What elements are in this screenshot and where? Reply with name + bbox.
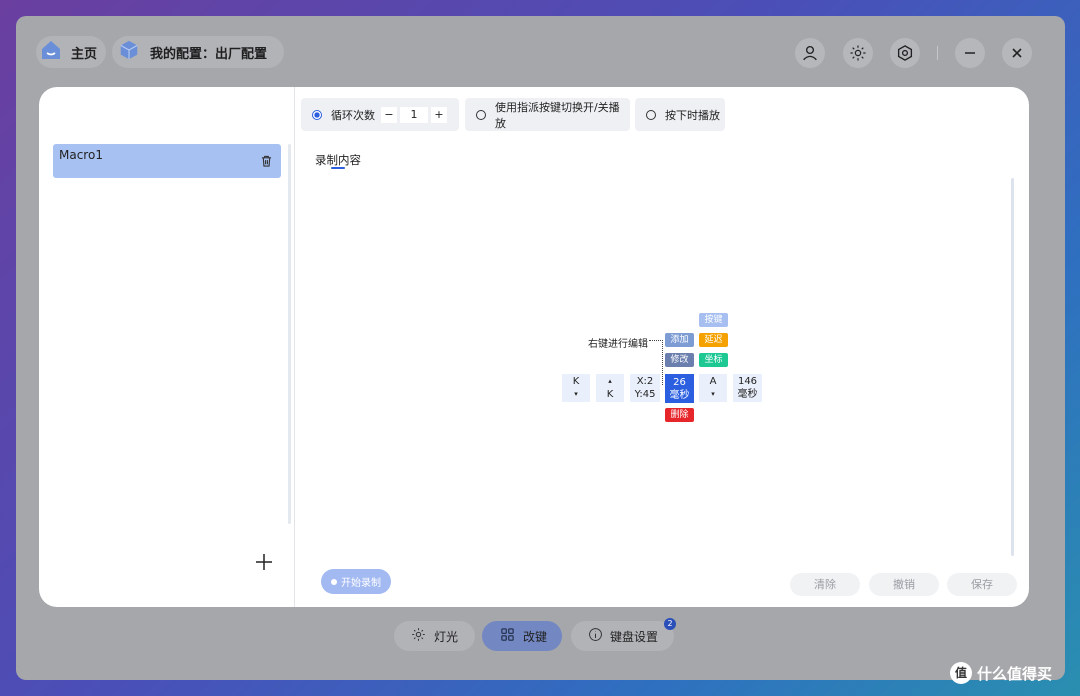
clear-button[interactable]: 清除 (790, 573, 860, 596)
tab-lighting-label: 灯光 (434, 629, 459, 644)
event-key-down[interactable]: A ▾ (699, 374, 727, 402)
event-line1: 26 (673, 376, 686, 388)
watermark-logo: 值 (950, 662, 972, 684)
event-line1: X:2 (636, 376, 654, 387)
event-delay[interactable]: 146 毫秒 (733, 374, 762, 402)
menu-coordinate-button[interactable]: 坐标 (699, 353, 728, 367)
watermark: 值 什么值得买 (950, 660, 1052, 686)
toggle-play-option[interactable]: 使用指派按键切换开/关播放 (465, 98, 630, 131)
tab-lighting[interactable]: 灯光 (394, 621, 475, 651)
event-line1: A (709, 376, 717, 387)
record-title-underline (331, 167, 345, 169)
start-record-button[interactable]: 开始录制 (321, 569, 391, 594)
config-selector[interactable]: 我的配置：出厂配置 (112, 36, 284, 68)
sidebar-scrollbar[interactable] (288, 144, 291, 524)
record-scrollbar[interactable] (1011, 178, 1014, 556)
tab-keyboard-settings-label: 键盘设置 (610, 629, 659, 644)
brightness-icon (411, 627, 426, 645)
start-record-label: 开始录制 (341, 578, 381, 589)
event-key-down[interactable]: K ▾ (562, 374, 590, 402)
event-line2: ▾ (711, 390, 715, 398)
info-icon (588, 627, 603, 645)
trash-icon[interactable] (261, 155, 272, 170)
event-line2: Y:45 (634, 389, 656, 400)
minimize-icon[interactable] (955, 38, 985, 68)
record-title: 录制内容 (315, 153, 361, 167)
cube-icon (118, 39, 140, 65)
radio-loop[interactable] (312, 109, 322, 120)
save-button[interactable]: 保存 (947, 573, 1017, 596)
hint-connector (649, 340, 663, 341)
home-icon (39, 38, 63, 66)
brightness-icon[interactable] (843, 38, 873, 68)
home-button[interactable]: 主页 (36, 36, 106, 68)
loop-decrement-button[interactable]: − (381, 106, 397, 123)
event-line1: 146 (737, 376, 758, 387)
menu-key-button[interactable]: 按键 (699, 313, 728, 327)
menu-add-button[interactable]: 添加 (665, 333, 694, 347)
macro-list-item[interactable]: Macro1 (53, 144, 281, 178)
header-divider (937, 46, 938, 60)
menu-delete-button[interactable]: 删除 (665, 408, 694, 422)
event-coordinate[interactable]: X:2 Y:45 (630, 374, 660, 402)
edit-hint: 右键进行编辑 (588, 339, 648, 350)
radio-toggle[interactable] (476, 109, 486, 120)
home-label: 主页 (71, 46, 98, 62)
radio-hold[interactable] (646, 109, 656, 120)
hexagon-settings-icon[interactable] (890, 38, 920, 68)
event-line2: 毫秒 (669, 389, 690, 401)
event-line1: ▴ (608, 377, 612, 385)
tab-keyboard-settings[interactable]: 键盘设置 (571, 621, 674, 651)
hold-play-option[interactable]: 按下时播放 (635, 98, 725, 131)
menu-delay-button[interactable]: 延迟 (699, 333, 728, 347)
tab-remap-label: 改键 (523, 629, 548, 644)
event-delay-selected[interactable]: 26 毫秒 (665, 374, 694, 403)
event-key-up[interactable]: ▴ K (596, 374, 624, 402)
undo-button[interactable]: 撤销 (869, 573, 939, 596)
event-line2: K (606, 389, 614, 400)
menu-modify-button[interactable]: 修改 (665, 353, 694, 367)
toggle-label: 使用指派按键切换开/关播放 (494, 100, 620, 130)
record-dot-icon (331, 578, 337, 585)
loop-label: 循环次数 (331, 108, 375, 122)
macro-item-label: Macro1 (59, 148, 103, 162)
event-line2: 毫秒 (737, 389, 758, 400)
add-macro-button[interactable] (254, 552, 274, 572)
close-icon[interactable] (1002, 38, 1032, 68)
hold-label: 按下时播放 (665, 108, 720, 122)
hint-connector (662, 340, 663, 385)
event-line1: K (572, 376, 580, 387)
loop-count-option[interactable]: 循环次数 − 1 + (301, 98, 459, 131)
watermark-text: 什么值得买 (977, 664, 1053, 683)
user-icon[interactable] (795, 38, 825, 68)
loop-count-input[interactable]: 1 (400, 106, 428, 123)
panel-divider (294, 87, 295, 607)
grid-icon (500, 627, 515, 645)
tab-remap[interactable]: 改键 (482, 621, 562, 651)
config-label: 我的配置：出厂配置 (150, 46, 268, 62)
macro-editor-panel: Macro1 循环次数 − 1 + 使用指派按键切换开/关播放 按下时播放 录制… (39, 87, 1029, 607)
notification-badge: 2 (664, 618, 676, 630)
event-line2: ▾ (574, 390, 578, 398)
loop-increment-button[interactable]: + (431, 106, 447, 123)
